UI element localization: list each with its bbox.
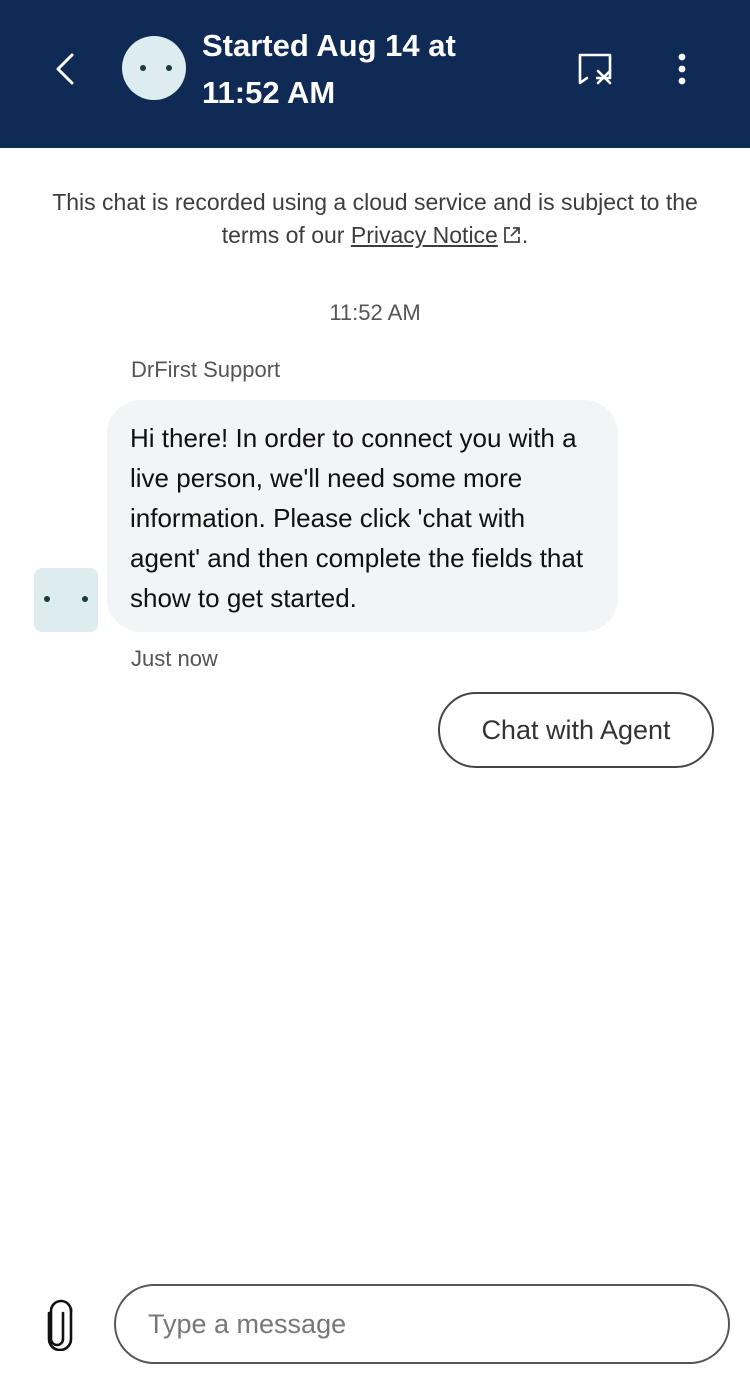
more-vertical-icon: [678, 53, 686, 85]
bot-avatar: [34, 568, 98, 632]
chat-with-agent-button[interactable]: Chat with Agent: [438, 692, 714, 768]
chat-app: Started Aug 14 at 11:52 AM This chat is …: [0, 0, 750, 1384]
message-time: Just now: [131, 646, 218, 671]
conversation-timestamp: 11:52 AM: [329, 300, 421, 325]
privacy-notice: This chat is recorded using a cloud serv…: [30, 186, 720, 252]
more-options-button[interactable]: [660, 44, 704, 94]
chat-title: Started Aug 14 at 11:52 AM: [202, 28, 456, 110]
chevron-left-icon: [56, 53, 74, 85]
end-chat-button[interactable]: [570, 44, 620, 94]
agent-avatar: [122, 36, 186, 100]
back-button[interactable]: [40, 44, 90, 94]
message-input[interactable]: [114, 1284, 730, 1364]
chat-header: Started Aug 14 at 11:52 AM: [0, 0, 750, 148]
chat-close-icon: [578, 53, 612, 85]
privacy-text-end: .: [521, 222, 529, 248]
attach-button[interactable]: [40, 1296, 80, 1354]
paperclip-icon: [47, 1299, 73, 1351]
external-link-icon: [503, 227, 520, 243]
message-bubble: Hi there! In order to connect you with a…: [107, 400, 618, 632]
privacy-notice-link[interactable]: Privacy Notice: [351, 222, 498, 248]
message-sender: DrFirst Support: [131, 357, 281, 382]
